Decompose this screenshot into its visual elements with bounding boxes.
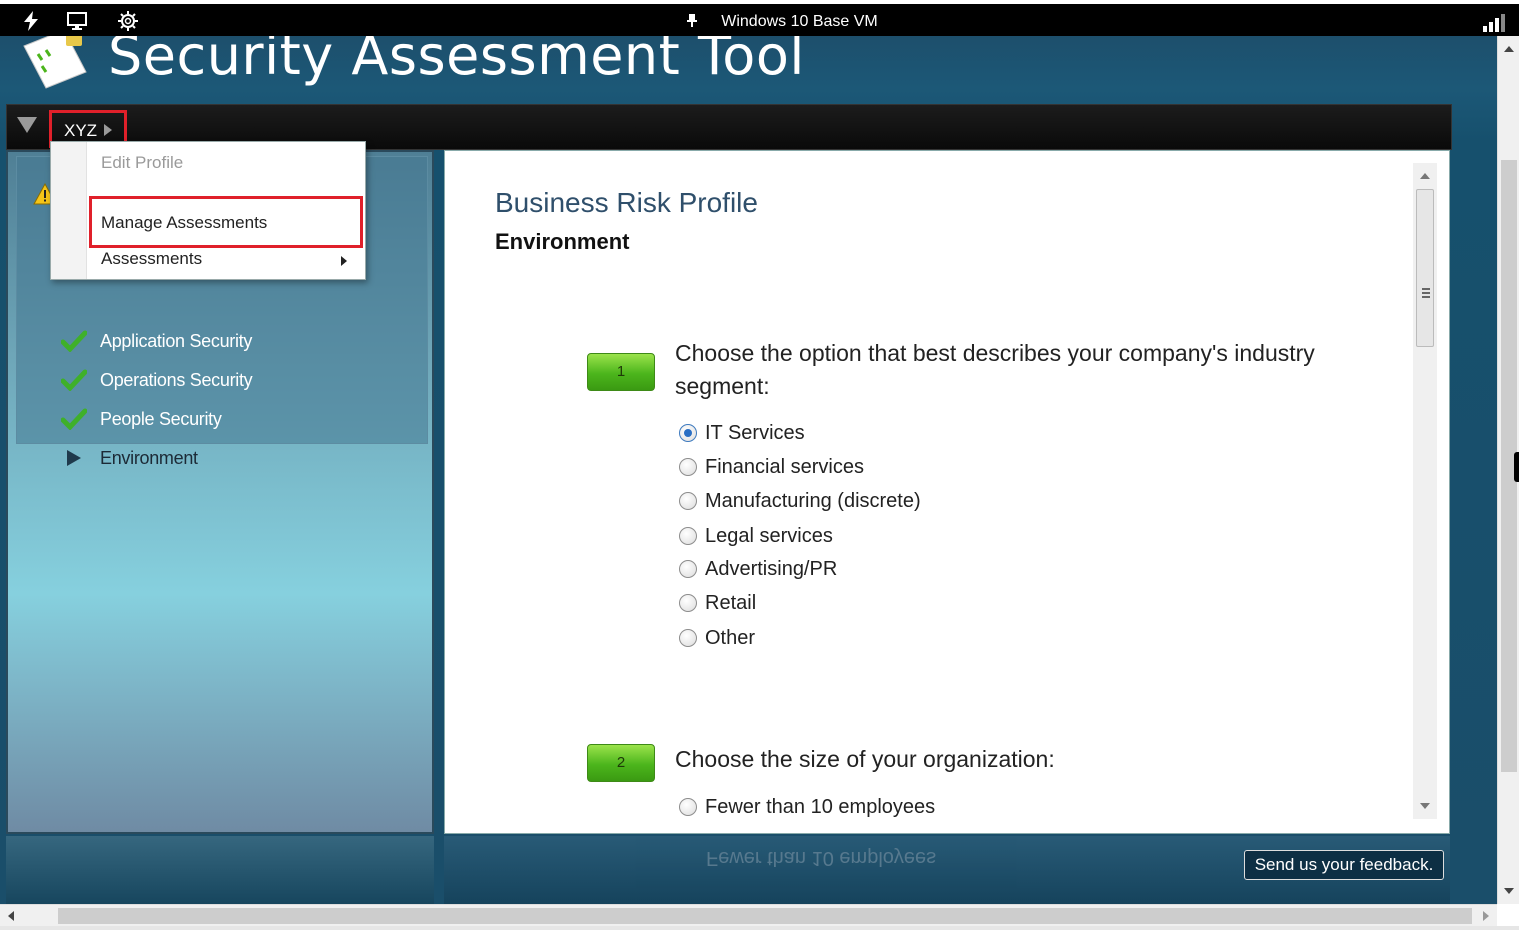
radio-button[interactable] — [679, 798, 697, 816]
chevron-right-icon — [104, 124, 112, 136]
scroll-down-arrow-icon[interactable] — [1420, 803, 1430, 809]
scroll-up-arrow-icon[interactable] — [1504, 46, 1514, 52]
check-icon — [60, 368, 88, 392]
menu-item-manage-assessments[interactable]: Manage Assessments — [101, 213, 267, 233]
collapse-triangle-icon[interactable] — [17, 117, 37, 133]
profile-dropdown-menu: Edit Profile Manage Assessments Assessme… — [50, 141, 366, 280]
radio-option-it-services[interactable]: IT Services — [679, 420, 805, 446]
radio-label: IT Services — [705, 421, 805, 444]
scroll-up-arrow-icon[interactable] — [1420, 173, 1430, 179]
radio-button[interactable] — [679, 492, 697, 510]
menu-item-assessments[interactable]: Assessments — [101, 249, 202, 269]
radio-button[interactable] — [679, 594, 697, 612]
question-text: Choose the size of your organization: — [675, 746, 1055, 772]
radio-option-retail[interactable]: Retail — [679, 590, 756, 616]
breadcrumb-label: XYZ — [64, 121, 98, 140]
scrollbar-thumb[interactable] — [1416, 189, 1434, 347]
radio-button[interactable] — [679, 560, 697, 578]
scroll-left-arrow-icon[interactable] — [8, 911, 14, 921]
scroll-right-arrow-icon[interactable] — [1483, 911, 1489, 921]
question-number-badge: 1 — [587, 353, 655, 391]
check-icon — [60, 407, 88, 431]
app-logo-icon — [20, 36, 100, 90]
section-title: Business Risk Profile — [495, 187, 758, 218]
submenu-arrow-icon — [341, 256, 347, 266]
question-text: Choose the option that best describes yo… — [675, 340, 1315, 399]
rdp-title: Windows 10 Base VM — [721, 13, 878, 30]
check-icon — [60, 329, 88, 353]
radio-label: Financial services — [705, 455, 864, 478]
radio-button[interactable] — [679, 527, 697, 545]
signal-icon — [1483, 14, 1507, 32]
menu-gutter — [51, 142, 87, 279]
question-number-badge: 2 — [587, 744, 655, 782]
reflection-text: Fewer than 10 employees — [706, 847, 937, 869]
section-subtitle: Environment — [495, 229, 630, 254]
main-content-panel: Business Risk Profile Environment 1 Choo… — [444, 150, 1450, 834]
content-scrollbar[interactable] — [1413, 163, 1437, 819]
nav-item-label: Application Security — [100, 330, 253, 351]
radio-label: Legal services — [705, 524, 833, 547]
nav-item-environment[interactable]: Environment — [60, 445, 198, 471]
window-horizontal-scrollbar[interactable] — [0, 904, 1497, 926]
scrollbar-thumb[interactable] — [58, 908, 1472, 924]
radio-option-legal-services[interactable]: Legal services — [679, 523, 833, 549]
scroll-down-arrow-icon[interactable] — [1504, 888, 1514, 894]
grip-icon — [1422, 288, 1430, 298]
radio-label: Retail — [705, 591, 757, 614]
radio-label: Fewer than 10 employees — [705, 795, 936, 818]
nav-item-label: People Security — [100, 408, 222, 429]
nav-item-operations-security[interactable]: Operations Security — [60, 367, 253, 393]
radio-option-manufacturing[interactable]: Manufacturing (discrete) — [679, 488, 921, 514]
nav-reflection — [6, 836, 434, 904]
radio-label: Other — [705, 626, 756, 649]
feedback-button[interactable]: Send us your feedback. — [1244, 850, 1444, 880]
nav-item-label: Environment — [100, 447, 198, 468]
radio-button[interactable] — [679, 458, 697, 476]
nav-item-application-security[interactable]: Application Security — [60, 328, 252, 354]
radio-button[interactable] — [679, 629, 697, 647]
radio-option-fewer-than-10[interactable]: Fewer than 10 employees — [679, 794, 935, 820]
play-arrow-icon — [60, 446, 88, 470]
app-title: Security Assessment Tool — [108, 36, 805, 87]
nav-item-label: Operations Security — [100, 369, 253, 390]
radio-label: Manufacturing (discrete) — [705, 489, 921, 512]
rdp-connection-bar: Windows 10 Base VM — [0, 0, 1519, 36]
nav-item-people-security[interactable]: People Security — [60, 406, 222, 432]
radio-option-financial-services[interactable]: Financial services — [679, 454, 864, 480]
radio-label: Advertising/PR — [705, 557, 838, 580]
radio-option-advertising-pr[interactable]: Advertising/PR — [679, 556, 837, 582]
bottom-border — [0, 926, 1519, 930]
menu-item-edit-profile[interactable]: Edit Profile — [101, 153, 183, 173]
radio-option-other[interactable]: Other — [679, 625, 755, 651]
edge-handle[interactable] — [1514, 452, 1519, 482]
radio-button[interactable] — [679, 424, 697, 442]
